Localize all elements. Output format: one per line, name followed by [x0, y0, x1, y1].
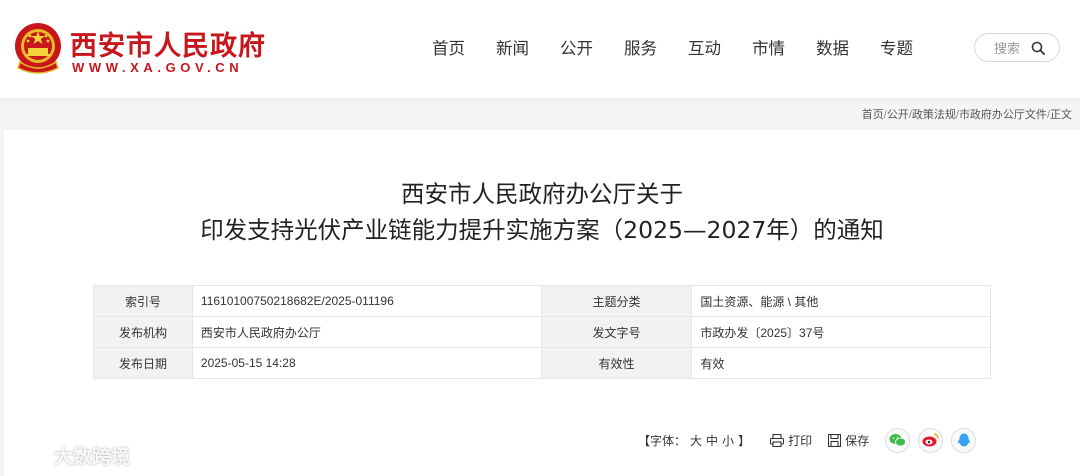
watermark-logo-icon — [10, 446, 49, 465]
table-row: 索引号 11610100750218682E/2025-011196 主题分类 … — [93, 285, 991, 317]
meta-value-validity: 有效 — [691, 347, 991, 379]
font-size-close-bracket: 】 — [738, 433, 751, 448]
national-emblem-icon — [15, 23, 61, 74]
share-buttons — [877, 427, 977, 453]
nav-item-interaction[interactable]: 互动 — [688, 36, 721, 62]
breadcrumb-public[interactable]: 公开 — [887, 109, 909, 121]
table-row: 发布日期 2025-05-15 14:28 有效性 有效 — [93, 347, 991, 379]
save-icon — [828, 433, 842, 447]
site-header: 西安市人民政府 WWW.XA.GOV.CN 首页 新闻 公开 服务 互动 市情 … — [0, 0, 1080, 98]
font-size-switcher: 【字体： 大 中 小 】 — [638, 432, 754, 449]
meta-key-category: 主题分类 — [540, 285, 693, 317]
nav-item-services[interactable]: 服务 — [624, 36, 657, 62]
table-row: 发布机构 西安市人民政府办公厅 发文字号 市政办发〔2025〕37号 — [93, 316, 991, 348]
font-size-large-button[interactable]: 大 — [690, 432, 702, 449]
nav-item-data[interactable]: 数据 — [816, 36, 849, 62]
site-logo[interactable]: 西安市人民政府 WWW.XA.GOV.CN — [12, 20, 265, 80]
meta-value-issuer: 西安市人民政府办公厅 — [191, 316, 542, 348]
breadcrumb-documents[interactable]: 市政府办公厅文件 — [959, 109, 1047, 121]
save-button[interactable]: 保存 — [828, 432, 869, 449]
meta-key-date: 发布日期 — [93, 347, 193, 379]
meta-value-category: 国土资源、能源 \ 其他 — [691, 285, 991, 317]
search-label: 搜索 — [994, 41, 1021, 56]
breadcrumb-home[interactable]: 首页 — [862, 109, 884, 121]
watermark: 大数跨境 — [10, 442, 130, 469]
weibo-share-icon[interactable] — [918, 427, 944, 453]
meta-value-date: 2025-05-15 14:28 — [191, 347, 542, 379]
font-size-medium-button[interactable]: 中 — [706, 432, 718, 449]
site-url: WWW.XA.GOV.CN — [72, 60, 244, 75]
wechat-share-icon[interactable] — [885, 427, 911, 453]
save-label: 保存 — [845, 433, 870, 448]
nav-item-home[interactable]: 首页 — [432, 36, 465, 62]
printer-icon — [770, 433, 785, 447]
nav-item-public[interactable]: 公开 — [560, 36, 593, 62]
breadcrumb-current: 正文 — [1050, 109, 1072, 121]
search-box[interactable]: 搜索 — [974, 33, 1060, 62]
meta-value-index: 11610100750218682E/2025-011196 — [191, 285, 542, 317]
qq-share-icon[interactable] — [951, 427, 977, 453]
nav-item-city-info[interactable]: 市情 — [752, 36, 785, 62]
meta-key-issuer: 发布机构 — [93, 316, 193, 348]
search-icon[interactable] — [1031, 41, 1045, 55]
title-line-1: 西安市人民政府办公厅关于 — [401, 180, 683, 208]
breadcrumb: 首页/公开/政策法规/市政府办公厅文件/正文 — [862, 106, 1072, 122]
main-nav: 首页 新闻 公开 服务 互动 市情 数据 专题 — [432, 36, 944, 62]
meta-key-doc-number: 发文字号 — [540, 316, 693, 348]
meta-key-validity: 有效性 — [540, 347, 693, 379]
nav-item-news[interactable]: 新闻 — [496, 36, 529, 62]
print-button[interactable]: 打印 — [770, 432, 812, 449]
nav-item-topics[interactable]: 专题 — [880, 36, 913, 62]
font-size-small-button[interactable]: 小 — [722, 432, 734, 449]
site-name: 西安市人民政府 — [70, 31, 266, 62]
watermark-text: 大数跨境 — [54, 447, 131, 468]
document-meta-table: 索引号 11610100750218682E/2025-011196 主题分类 … — [93, 285, 991, 379]
breadcrumb-policy[interactable]: 政策法规 — [912, 109, 956, 121]
title-line-2: 印发支持光伏产业链能力提升实施方案（2025—2027年）的通知 — [200, 216, 884, 244]
font-size-label: 【字体： — [638, 433, 687, 448]
page-title: 西安市人民政府办公厅关于 印发支持光伏产业链能力提升实施方案（2025—2027… — [4, 176, 1080, 248]
article-tools: 【字体： 大 中 小 】 打印 保存 — [638, 427, 977, 453]
article-content: 西安市人民政府办公厅关于 印发支持光伏产业链能力提升实施方案（2025—2027… — [4, 130, 1080, 476]
meta-key-index: 索引号 — [93, 285, 193, 317]
meta-value-doc-number: 市政办发〔2025〕37号 — [691, 316, 991, 348]
print-label: 打印 — [788, 433, 813, 448]
